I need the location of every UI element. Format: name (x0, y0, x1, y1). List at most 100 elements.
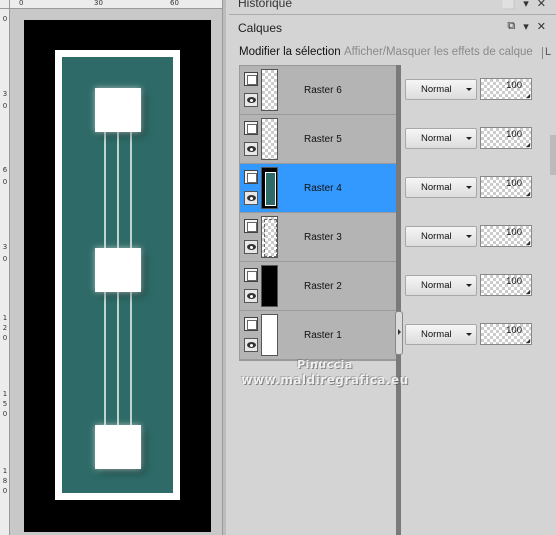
layer-name: Raster 1 (304, 330, 342, 341)
ruler-left-label: 0 (2, 410, 8, 418)
layers-toolbar: Modifier la sélection Afficher/Masquer l… (229, 44, 556, 62)
layer-name: Raster 6 (304, 85, 342, 96)
ruler-left-label: 0 (2, 487, 8, 495)
ruler-left-label: 0 (2, 334, 8, 342)
blend-mode-select[interactable]: Normal (405, 226, 477, 247)
menu-arrow-icon[interactable]: ▾ (523, 0, 529, 10)
blend-mode-value: Normal (421, 280, 452, 291)
layer-props-row: Normal 100 (405, 273, 545, 297)
layers-list: Raster 6 Raster 5 Raster 4 Raster 3 Rast… (239, 65, 397, 361)
opacity-field[interactable]: 100 (480, 225, 532, 247)
ruler-left: 0 3 0 6 0 3 0 1 2 0 1 5 0 1 8 0 (0, 9, 10, 535)
panel-divider[interactable] (222, 0, 226, 535)
eye-icon[interactable] (244, 338, 258, 352)
blend-mode-value: Normal (421, 182, 452, 193)
opacity-field[interactable]: 100 (480, 127, 532, 149)
eye-icon[interactable] (244, 240, 258, 254)
layer-row-raster-6[interactable]: Raster 6 (240, 66, 396, 115)
eye-icon[interactable] (244, 289, 258, 303)
history-panel-title: Historique (238, 0, 293, 10)
ruler-top-label: 30 (94, 0, 103, 7)
layer-row-raster-4[interactable]: Raster 4 (240, 164, 396, 213)
layer-group-icon[interactable] (244, 268, 258, 282)
layer-name: Raster 5 (304, 134, 342, 145)
ruler-left-label: 0 (2, 178, 8, 186)
opacity-field[interactable]: 100 (480, 176, 532, 198)
blend-mode-select[interactable]: Normal (405, 275, 477, 296)
layer-thumbnail (261, 216, 278, 258)
eye-icon[interactable] (244, 142, 258, 156)
opacity-slider-grip[interactable] (526, 339, 530, 343)
opacity-slider-grip[interactable] (526, 94, 530, 98)
layer-name: Raster 2 (304, 281, 342, 292)
opacity-field[interactable]: 100 (480, 274, 532, 296)
layer-group-icon[interactable] (244, 72, 258, 86)
chevron-down-icon (466, 137, 472, 140)
ruler-corner (0, 0, 10, 9)
opacity-value: 100 (506, 227, 522, 238)
ruler-top: 0 30 60 (10, 0, 222, 9)
blend-mode-select[interactable]: Normal (405, 128, 477, 149)
toggle-layer-effects-button[interactable]: Afficher/Masquer les effets de calque (344, 46, 533, 58)
layers-panel-scrollbar[interactable] (550, 135, 556, 175)
canvas-area[interactable]: 0 30 60 0 3 0 6 0 3 0 1 2 0 1 5 0 1 8 0 (0, 0, 222, 535)
edit-selection-button[interactable]: Modifier la sélection (239, 46, 341, 58)
ruler-top-label: 60 (170, 0, 179, 7)
history-panel-header: Historique ⬜ ▾ ✕ (229, 0, 556, 10)
close-icon[interactable]: ✕ (537, 0, 546, 10)
ruler-left-label: 0 (2, 255, 8, 263)
layer-props-row: Normal 100 (405, 322, 545, 346)
layer-row-raster-3[interactable]: Raster 3 (240, 213, 396, 262)
eye-icon[interactable] (244, 191, 258, 205)
layer-group-icon[interactable] (244, 317, 258, 331)
layer-props-row: Normal 100 (405, 126, 545, 150)
opacity-slider-grip[interactable] (526, 143, 530, 147)
layer-thumbnail (261, 265, 278, 307)
layer-thumbnail (261, 314, 278, 356)
layers-splitter[interactable] (396, 65, 401, 535)
toolbar-more-button[interactable]: L (545, 46, 551, 58)
layer-name: Raster 3 (304, 232, 342, 243)
watermark-url: www.maldiregrafica.eu (241, 373, 409, 387)
pin-icon[interactable]: ⧉ (507, 20, 515, 33)
ruler-left-label: 1 (2, 467, 8, 475)
ruler-left-label: 3 (2, 90, 8, 98)
watermark-author: Pinuccia (297, 358, 353, 371)
close-icon[interactable]: ✕ (537, 20, 546, 33)
chevron-down-icon (466, 333, 472, 336)
opacity-slider-grip[interactable] (526, 192, 530, 196)
image-square-bottom (95, 425, 141, 469)
blend-mode-select[interactable]: Normal (405, 177, 477, 198)
watermark: Pinuccia www.maldiregrafica.eu (230, 358, 420, 388)
ruler-left-label: 1 (2, 390, 8, 398)
opacity-slider-grip[interactable] (526, 241, 530, 245)
image-square-top (95, 88, 141, 132)
ruler-left-label: 0 (2, 15, 8, 23)
opacity-field[interactable]: 100 (480, 78, 532, 100)
opacity-slider-grip[interactable] (526, 290, 530, 294)
layer-group-icon[interactable] (244, 219, 258, 233)
chevron-down-icon (466, 88, 472, 91)
blend-mode-value: Normal (421, 133, 452, 144)
eye-icon[interactable] (244, 93, 258, 107)
opacity-value: 100 (506, 129, 522, 140)
opacity-field[interactable]: 100 (480, 323, 532, 345)
blend-mode-select[interactable]: Normal (405, 79, 477, 100)
layer-row-raster-1[interactable]: Raster 1 (240, 311, 396, 360)
layer-group-icon[interactable] (244, 121, 258, 135)
opacity-value: 100 (506, 276, 522, 287)
ruler-left-label: 6 (2, 166, 8, 174)
layer-row-raster-2[interactable]: Raster 2 (240, 262, 396, 311)
layer-group-icon[interactable] (244, 170, 258, 184)
layer-row-raster-5[interactable]: Raster 5 (240, 115, 396, 164)
blend-mode-select[interactable]: Normal (405, 324, 477, 345)
toolbar-separator (542, 47, 543, 59)
layers-panel-title: Calques (238, 21, 283, 35)
layers-panel: Calques ⧉ ▾ ✕ Modifier la sélection Affi… (229, 14, 556, 535)
pin-icon[interactable]: ⬜ (502, 0, 516, 10)
menu-arrow-icon[interactable]: ▾ (523, 20, 529, 33)
layer-props-row: Normal 100 (405, 224, 545, 248)
splitter-collapse-handle[interactable] (395, 311, 403, 355)
ruler-left-label: 1 (2, 314, 8, 322)
blend-mode-value: Normal (421, 84, 452, 95)
